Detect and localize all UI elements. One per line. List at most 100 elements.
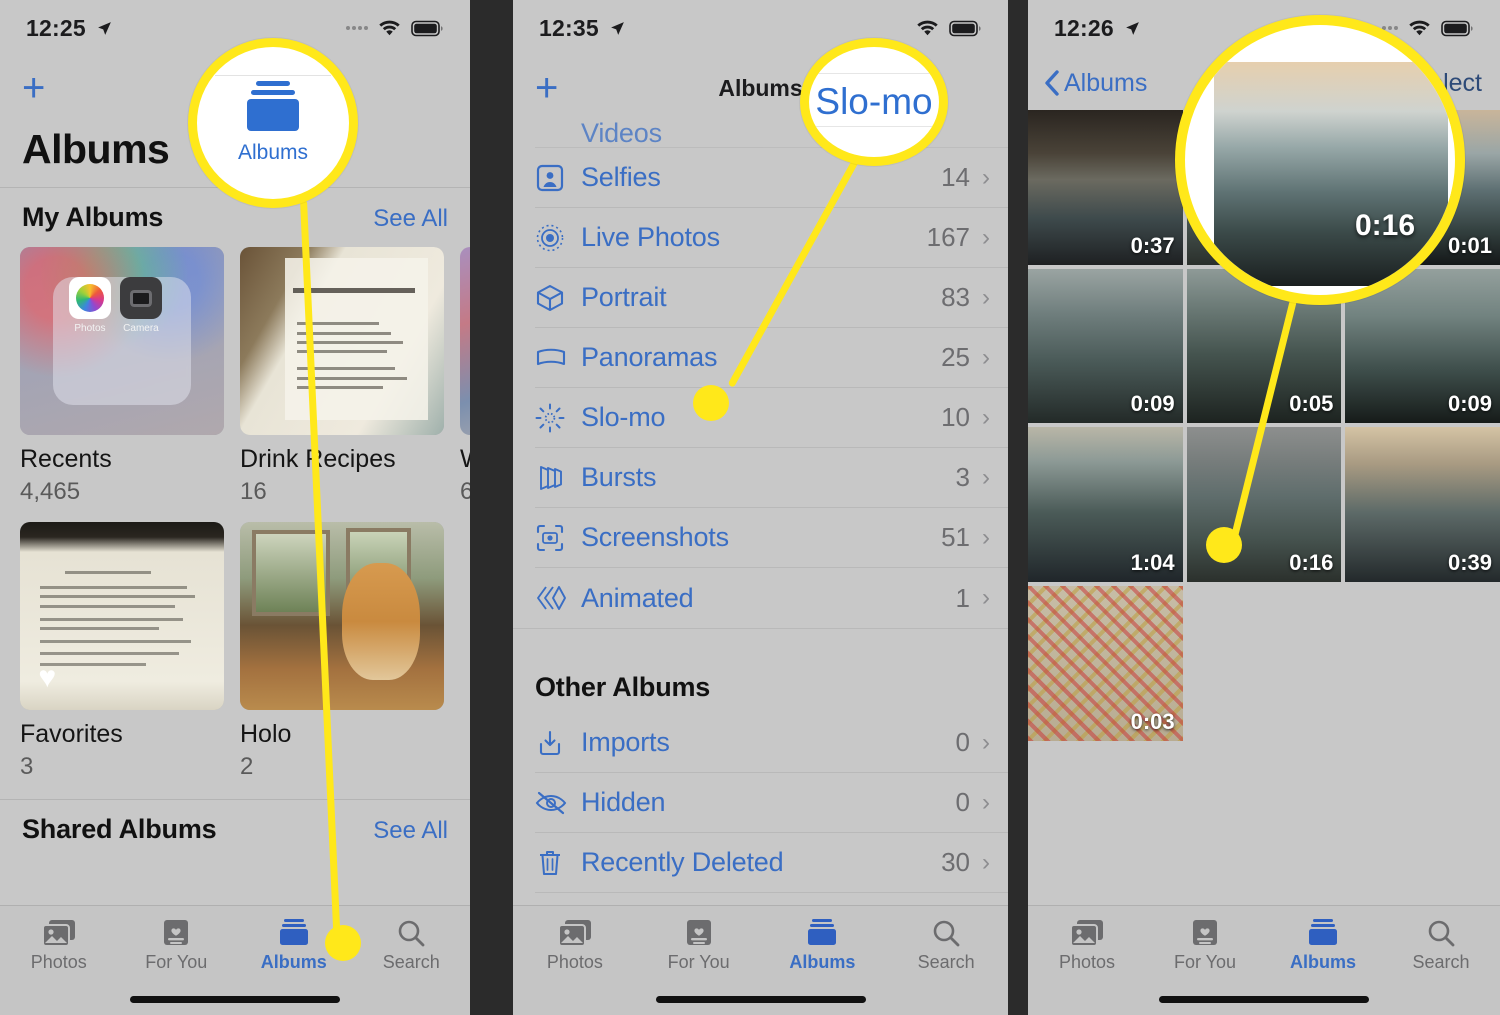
list-row-label: Screenshots	[581, 522, 729, 552]
status-indicators	[915, 19, 982, 37]
callout-slomo-row: Slo-mo	[800, 38, 948, 166]
photo-cell[interactable]: 0:39	[1345, 427, 1500, 583]
status-time: 12:25	[26, 14, 86, 41]
list-row-imports[interactable]: Imports 0 ›	[535, 713, 1008, 773]
wifi-icon	[1407, 19, 1432, 37]
album-thumbnail: ♥	[20, 522, 224, 710]
import-icon	[535, 728, 581, 758]
tab-photos[interactable]: Photos	[1028, 919, 1146, 973]
battery-icon	[949, 20, 982, 37]
album-name: Drink Recipes	[240, 445, 396, 473]
tab-albums[interactable]: Albums	[761, 919, 885, 973]
chevron-right-icon: ›	[982, 163, 990, 191]
tab-label: For You	[1173, 952, 1237, 972]
photo-cell[interactable]: 0:09	[1028, 268, 1183, 424]
list-row-count: 14	[941, 162, 970, 192]
tab-search[interactable]: Search	[353, 919, 471, 973]
tab-photos[interactable]: Photos	[0, 919, 118, 973]
list-row-count: 10	[941, 402, 970, 432]
tab-search[interactable]: Search	[1382, 919, 1500, 973]
add-album-button[interactable]: +	[535, 68, 558, 108]
tab-label: For You	[145, 952, 208, 972]
callout-text: Slo-mo	[815, 81, 933, 122]
photo-cell[interactable]: 0:03	[1028, 586, 1183, 741]
tab-bar: Photos For You Albums Search	[1028, 905, 1500, 1015]
list-row-label: Selfies	[581, 162, 661, 192]
tab-label: Albums	[789, 952, 856, 972]
portrait-cube-icon	[535, 283, 581, 313]
eye-slash-icon	[535, 788, 581, 818]
other-albums-list: Imports 0 › Hidden 0 › Recently Deleted …	[513, 713, 1008, 893]
callout-duration: 0:16	[1354, 209, 1415, 242]
add-album-button[interactable]: +	[22, 68, 45, 108]
tab-bar: Photos For You Albums Search	[0, 905, 470, 1015]
chevron-right-icon: ›	[982, 848, 990, 876]
trash-icon	[535, 848, 581, 878]
album-card-partial[interactable]: W 6	[460, 247, 470, 506]
list-row-animated[interactable]: Animated 1 ›	[535, 568, 1008, 628]
battery-icon	[411, 20, 444, 37]
album-name: Holo	[240, 720, 292, 748]
list-row-screenshots[interactable]: Screenshots 51 ›	[535, 508, 1008, 568]
list-row-selfies[interactable]: Selfies 14 ›	[535, 148, 1008, 208]
list-row-label: Bursts	[581, 462, 657, 492]
photo-cell[interactable]: 0:37	[1028, 110, 1183, 265]
chevron-right-icon: ›	[982, 343, 990, 371]
bursts-icon	[535, 463, 581, 493]
wifi-icon	[377, 19, 402, 37]
photo-duration: 0:05	[1289, 391, 1334, 417]
screenshot-icon	[535, 523, 581, 553]
tab-label: Photos	[1058, 952, 1116, 972]
home-indicator[interactable]	[655, 996, 866, 1003]
list-row-hidden[interactable]: Hidden 0 ›	[535, 773, 1008, 833]
tab-photos[interactable]: Photos	[513, 919, 637, 973]
battery-icon	[1441, 20, 1474, 37]
list-row-label: Portrait	[581, 282, 667, 312]
album-card-favorites[interactable]: ♥ Favorites 3	[20, 522, 224, 781]
tab-label: Search	[1412, 952, 1470, 972]
list-row-count: 25	[941, 342, 970, 372]
photo-cell-slomo-target[interactable]: 0:16	[1186, 427, 1342, 583]
list-row-bursts[interactable]: Bursts 3 ›	[535, 448, 1008, 508]
tab-label: Albums	[1289, 952, 1356, 972]
list-row-count: 167	[926, 222, 970, 252]
list-row-panoramas[interactable]: Panoramas 25 ›	[535, 328, 1008, 388]
status-bar: 12:35	[513, 0, 1008, 56]
phone-panel-album-list: 12:35 + Albums Videos Selfies 14 › Live …	[513, 0, 1008, 1015]
see-all-my-albums-link[interactable]: See All	[373, 205, 448, 233]
album-thumbnail	[460, 247, 470, 435]
tab-label: Photos	[546, 952, 603, 972]
album-count: 16	[240, 478, 267, 505]
for-you-icon	[1191, 919, 1219, 947]
chevron-right-icon: ›	[982, 728, 990, 756]
album-card-drink-recipes[interactable]: Drink Recipes 16	[240, 247, 444, 506]
tab-albums[interactable]: Albums	[1264, 919, 1382, 973]
list-row-slomo[interactable]: Slo-mo 10 ›	[535, 388, 1008, 448]
photo-duration: 0:01	[1447, 232, 1492, 258]
list-row-label: Recently Deleted	[581, 847, 784, 877]
album-card-recents[interactable]: Photos Camera Recents 4,465	[20, 247, 224, 506]
chevron-right-icon: ›	[982, 403, 990, 431]
tab-for-you[interactable]: For You	[118, 919, 236, 973]
list-row-recently-deleted[interactable]: Recently Deleted 30 ›	[535, 833, 1008, 893]
panorama-icon	[535, 343, 581, 373]
album-card-holo[interactable]: Holo 2	[240, 522, 444, 781]
photo-duration: 1:04	[1130, 550, 1175, 576]
see-all-shared-albums-link[interactable]: See All	[373, 817, 448, 845]
back-label: Albums	[1064, 68, 1148, 97]
list-row-live-photos[interactable]: Live Photos 167 ›	[535, 208, 1008, 268]
photo-cell[interactable]: 1:04	[1028, 427, 1183, 583]
tab-search[interactable]: Search	[884, 919, 1008, 973]
list-row-count: 1	[955, 582, 970, 613]
tab-for-you[interactable]: For You	[637, 919, 761, 973]
signal-dots-icon	[346, 26, 368, 30]
heart-icon: ♥	[38, 661, 57, 695]
media-types-list: Videos Selfies 14 › Live Photos 167 › Po…	[513, 120, 1008, 628]
home-indicator[interactable]	[1159, 996, 1369, 1003]
tab-label: Photos	[30, 952, 87, 972]
location-arrow-icon	[96, 20, 113, 37]
tab-for-you[interactable]: For You	[1146, 919, 1264, 973]
list-row-count: 3	[955, 462, 970, 492]
back-to-albums-button[interactable]: Albums	[1044, 69, 1147, 98]
home-indicator[interactable]	[130, 996, 340, 1003]
